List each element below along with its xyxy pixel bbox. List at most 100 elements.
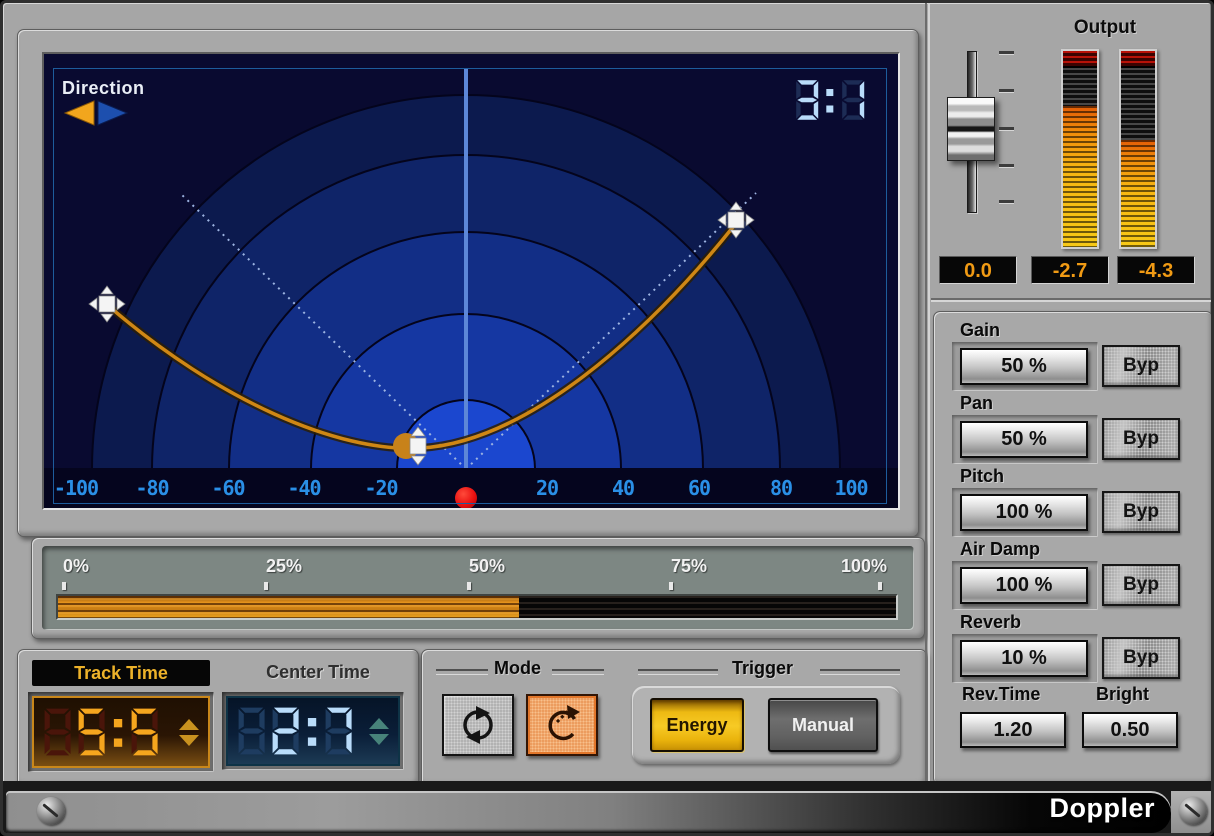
loop-cycle-icon (456, 703, 500, 747)
fader-value-readout: 0.0 (939, 256, 1017, 284)
fader-tick (999, 200, 1014, 203)
axis-tick-label: 60 (688, 476, 710, 500)
track-time-stepper[interactable] (178, 719, 200, 746)
axis-tick-label: -80 (135, 476, 168, 500)
radar-panel: -100-80-60-40-2020406080100 Direction (17, 29, 919, 537)
output-meter-right (1119, 49, 1157, 249)
param-byp-pitch[interactable]: Byp (1102, 491, 1180, 533)
axis-tick-label: -100 (54, 476, 98, 500)
ratio-display (794, 78, 866, 122)
progress-fill (58, 596, 519, 618)
oneshot-cycle-icon (540, 703, 584, 747)
center-time-down-icon[interactable] (369, 734, 389, 745)
meter-level (1121, 140, 1155, 247)
direction-right-arrow-icon[interactable] (98, 101, 127, 125)
progress-label: 25% (266, 556, 302, 577)
mode-label: Mode (494, 658, 541, 679)
footer-bar: Doppler (3, 781, 1214, 836)
trigger-rule-right (820, 669, 900, 675)
meter-clip-zone (1121, 51, 1155, 68)
center-time-display[interactable] (226, 696, 400, 766)
column-divider (925, 3, 930, 785)
right-column: Output 0.0 -2.7 -4.3 Gain 50 % Byp Pan (925, 3, 1214, 785)
axis-tick-label: -40 (287, 476, 320, 500)
axis-tick-label: 80 (770, 476, 792, 500)
param-value-airdamp[interactable]: 100 % (960, 567, 1088, 604)
track-time-up-icon[interactable] (179, 719, 199, 730)
output-fader-knob[interactable] (947, 97, 995, 161)
param-value-reverb[interactable]: 10 % (960, 640, 1088, 677)
param-label-pitch: Pitch (960, 466, 1004, 487)
track-time-display[interactable] (32, 696, 210, 768)
center-time-well (222, 692, 404, 770)
output-params-divider (931, 298, 1211, 302)
param-byp-gain[interactable]: Byp (1102, 345, 1180, 387)
fader-tick (999, 51, 1014, 54)
axis-tick-label: 20 (536, 476, 558, 500)
mode-rule-right (552, 669, 604, 675)
param-value-bright[interactable]: 0.50 (1082, 712, 1178, 748)
param-value-pan[interactable]: 50 % (960, 421, 1088, 458)
param-label-gain: Gain (960, 320, 1000, 341)
plugin-name: Doppler (1049, 793, 1155, 824)
direction-left-arrow-icon[interactable] (65, 101, 94, 125)
output-label: Output (1045, 17, 1165, 39)
meter-right-readout: -4.3 (1117, 256, 1195, 284)
track-time-well (28, 692, 214, 772)
plugin-window: -100-80-60-40-2020406080100 Direction 0%… (0, 0, 1214, 836)
screw-icon (37, 797, 65, 825)
meter-clip-zone (1063, 51, 1097, 68)
progress-label: 0% (63, 556, 89, 577)
progress-label: 75% (671, 556, 707, 577)
direction-arrows[interactable] (62, 99, 138, 127)
mode-trigger-panel: Mode Trigger Energy Manual (421, 649, 927, 787)
mode-rule-left (436, 669, 488, 675)
progress-label: 100% (841, 556, 887, 577)
mode-loop-button[interactable] (442, 694, 514, 756)
progress-tick (669, 582, 673, 590)
progress-tick (878, 582, 882, 590)
center-time-label: Center Time (232, 662, 404, 686)
radar-screen[interactable]: -100-80-60-40-2020406080100 Direction (42, 52, 900, 510)
axis-tick-label: 40 (612, 476, 634, 500)
param-byp-reverb[interactable]: Byp (1102, 637, 1180, 679)
params-panel: Gain 50 % Byp Pan 50 % Byp Pitch 100 % B… (933, 311, 1213, 785)
progress-tick (264, 582, 268, 590)
trigger-manual-button[interactable]: Manual (768, 698, 878, 752)
times-panel: Track Time Center Time (17, 649, 419, 787)
track-time-digits (42, 706, 172, 758)
direction-control: Direction (62, 78, 145, 132)
trigger-label: Trigger (732, 658, 793, 679)
trigger-energy-button[interactable]: Energy (650, 698, 744, 752)
output-meter-left (1061, 49, 1099, 249)
progress-panel: 0%25%50%75%100% (31, 537, 925, 639)
mode-oneshot-button[interactable] (526, 694, 598, 756)
progress-bar[interactable] (56, 594, 898, 620)
track-time-label: Track Time (32, 660, 210, 686)
position-axis: -100-80-60-40-2020406080100 (44, 468, 898, 508)
progress-tick (62, 582, 66, 590)
param-label-revtime: Rev.Time (962, 684, 1040, 705)
axis-tick-label: 100 (834, 476, 867, 500)
param-value-pitch[interactable]: 100 % (960, 494, 1088, 531)
param-label-bright: Bright (1096, 684, 1149, 705)
param-label-airdamp: Air Damp (960, 539, 1040, 560)
trigger-well: Energy Manual (632, 686, 900, 764)
param-label-reverb: Reverb (960, 612, 1021, 633)
radar-graphic (44, 54, 898, 468)
param-value-gain[interactable]: 50 % (960, 348, 1088, 385)
fader-tick (999, 164, 1014, 167)
screw-icon (1179, 797, 1207, 825)
progress-tick (467, 582, 471, 590)
center-time-stepper[interactable] (368, 718, 390, 745)
listener-position-dot (455, 487, 477, 509)
param-value-revtime[interactable]: 1.20 (960, 712, 1066, 748)
progress-well: 0%25%50%75%100% (42, 546, 914, 630)
param-byp-airdamp[interactable]: Byp (1102, 564, 1180, 606)
footer-gradient-bar (6, 791, 1171, 833)
track-time-down-icon[interactable] (179, 735, 199, 746)
center-time-up-icon[interactable] (369, 718, 389, 729)
center-time-digits (236, 705, 362, 757)
fader-tick (999, 89, 1014, 92)
param-byp-pan[interactable]: Byp (1102, 418, 1180, 460)
